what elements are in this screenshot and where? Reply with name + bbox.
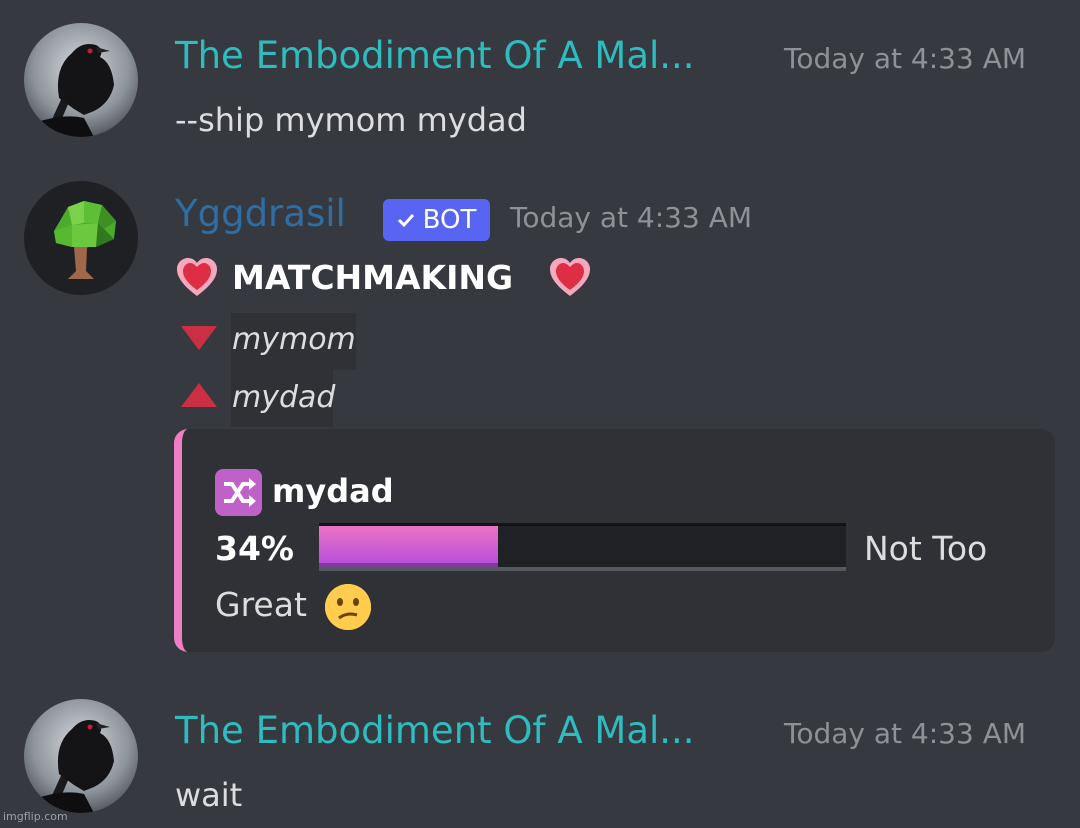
match-progress-bar: [319, 523, 846, 571]
progress-fill: [319, 526, 499, 567]
timestamp: Today at 4:33 AM: [784, 717, 1027, 750]
name-up: mydad: [232, 380, 336, 415]
match-description-line1: Not Too: [864, 529, 988, 568]
checkmark-icon: [397, 205, 415, 235]
shuffle-icon: [215, 469, 262, 516]
raven-avatar[interactable]: [24, 699, 138, 813]
match-description-line2: Great: [215, 585, 307, 624]
heartbeat-icon: [548, 256, 592, 300]
author-name[interactable]: The Embodiment Of A Mal...: [175, 709, 695, 752]
ship-embed: mydad 34% Not Too Great: [174, 429, 1055, 652]
bot-label: BOT: [422, 205, 477, 235]
watermark: imgflip.com: [3, 810, 68, 823]
triangle-up-icon: [181, 383, 217, 411]
match-percent: 34%: [215, 529, 294, 568]
message-text: wait: [175, 776, 243, 814]
author-name[interactable]: Yggdrasil: [175, 192, 346, 235]
tree-avatar[interactable]: [24, 181, 138, 295]
raven-avatar[interactable]: [24, 23, 138, 137]
matchmaking-heading: MATCHMAKING: [232, 258, 514, 297]
author-name[interactable]: The Embodiment Of A Mal...: [175, 34, 695, 77]
timestamp: Today at 4:33 AM: [784, 42, 1027, 75]
timestamp: Today at 4:33 AM: [510, 201, 753, 234]
message-text: --ship mymom mydad: [175, 101, 527, 139]
triangle-down-icon: [181, 326, 217, 354]
confused-face-icon: [325, 584, 371, 630]
name-down: mymom: [232, 322, 356, 357]
bot-badge: BOT: [383, 199, 490, 241]
embed-title: mydad: [272, 472, 394, 510]
heartbeat-icon: [175, 256, 219, 300]
